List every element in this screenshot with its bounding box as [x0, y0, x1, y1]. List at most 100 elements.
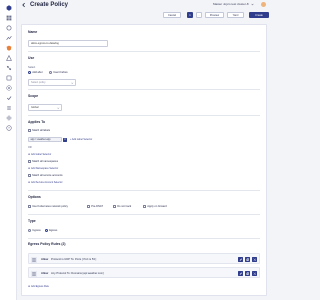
option-k8s-network-policy[interactable]: Use Kubernetes network policy [28, 205, 68, 208]
checkbox[interactable] [113, 205, 116, 208]
scope-select[interactable]: Global [28, 104, 62, 111]
checkbox-label: Do not track [117, 205, 132, 208]
policies-icon[interactable] [5, 44, 12, 51]
preview-button[interactable]: Preview [205, 12, 224, 18]
edit-icon[interactable] [237, 270, 243, 276]
drag-handle-icon[interactable] [31, 256, 37, 263]
name-section-title: Name [28, 30, 38, 34]
link-label: Add Namespace Selector [31, 167, 59, 170]
match-all-service-accounts-checkbox[interactable]: Match all service accounts [28, 174, 63, 177]
egress-rule-row[interactable]: Allow Protocol is UDP To: Ports [ Port i… [28, 253, 260, 264]
more-icon[interactable]: ··· [196, 12, 202, 18]
label-selector-chip: app = weather-app [28, 137, 62, 142]
close-icon[interactable]: ✕ [63, 137, 67, 142]
scope-value: Global [31, 105, 39, 109]
scope-section-title: Scope [28, 94, 39, 98]
add-namespace-selector-link[interactable]: ⊕ Add Namespace Selector [28, 167, 58, 170]
link-label: Add Label Selector [31, 153, 52, 156]
add-label-button[interactable]: + Add Label Selector [70, 137, 92, 142]
checkbox[interactable] [28, 205, 31, 208]
add-label-selector-link[interactable]: ⊕ Add Label Selector [28, 153, 51, 156]
type-ingress[interactable]: Ingress [28, 229, 41, 232]
select-placeholder: Select policy [31, 80, 46, 84]
radio-button[interactable] [28, 71, 31, 74]
use-section-title: Use [28, 56, 35, 60]
drag-handle-icon[interactable] [31, 270, 37, 277]
checkbox[interactable] [28, 160, 31, 163]
options-title: Options [28, 195, 41, 199]
radio-button[interactable] [49, 71, 52, 74]
yaml-button[interactable]: Yaml [227, 12, 244, 18]
plus-icon: ⊕ [28, 285, 31, 288]
chevron-down-icon [71, 82, 74, 85]
type-title: Type [28, 219, 36, 223]
graph-icon[interactable] [5, 24, 12, 31]
or-separator: OR [28, 146, 32, 149]
add-service-account-selector-link[interactable]: ⊕ Add Service Account Selector [28, 181, 63, 184]
page-title: Create Policy [30, 1, 69, 8]
chevron-down-icon [57, 107, 60, 110]
dashboard-icon[interactable] [5, 14, 12, 21]
type-egress[interactable]: Egress [45, 229, 57, 232]
checkbox[interactable] [143, 205, 146, 208]
add-egress-rule-link[interactable]: ⊕ Add Egress Rule [28, 285, 49, 288]
cancel-button[interactable]: Cancel [163, 12, 181, 18]
rule-description: Any Protocol To: Domains [api.weather.co… [51, 271, 104, 275]
link-label: Add Egress Rule [31, 285, 49, 288]
checkbox[interactable] [87, 205, 90, 208]
step-badge[interactable]: 1 [187, 12, 193, 18]
radio-button[interactable] [45, 229, 48, 232]
checkbox-label: Match all namespaces [32, 160, 58, 163]
sidebar: ? [0, 0, 17, 300]
nodes-icon[interactable] [5, 64, 12, 71]
network-icon[interactable] [5, 84, 12, 91]
endpoints-icon[interactable] [5, 74, 12, 81]
logo-icon[interactable] [5, 4, 12, 11]
help-icon[interactable]: ? [5, 124, 12, 131]
radio-button[interactable] [28, 229, 31, 232]
duplicate-icon[interactable] [244, 270, 250, 276]
select-label: Select [28, 66, 36, 69]
compliance-icon[interactable] [5, 94, 12, 101]
logs-icon[interactable] [5, 104, 12, 111]
checkbox-label: Use Kubernetes network policy [32, 205, 68, 208]
name-input[interactable]: allow-egress-to-datadog [28, 40, 108, 47]
back-arrow-icon[interactable] [21, 2, 27, 8]
timeline-icon[interactable] [5, 34, 12, 41]
match-all-namespaces-checkbox[interactable]: Match all namespaces [28, 160, 58, 163]
option-apply-on-forward[interactable]: Apply on forward [143, 205, 167, 208]
delete-icon[interactable] [251, 256, 257, 262]
checkbox-label: Match all service accounts [32, 174, 63, 177]
create-button[interactable]: Create [249, 12, 269, 18]
egress-rule-row[interactable]: Allow Any Protocol To: Domains [api.weat… [28, 267, 260, 278]
radio-label: Ingress [32, 229, 41, 232]
radio-insert-before[interactable]: Insert before [49, 71, 68, 74]
plus-icon: ⊕ [28, 181, 31, 184]
alerts-icon[interactable] [5, 54, 12, 61]
edit-icon[interactable] [237, 256, 243, 262]
checkbox-label: Pre-DNAT [91, 205, 103, 208]
workspace-selector[interactable]: Master Jojo's test cluster-8 [213, 2, 249, 6]
duplicate-icon[interactable] [244, 256, 250, 262]
top-bar: Create Policy Master Jojo's test cluster… [17, 0, 273, 10]
checkbox[interactable] [28, 129, 31, 132]
rule-action: Allow [41, 271, 49, 275]
egress-rules-title: Egress Policy Rules (2) [28, 242, 66, 246]
option-pre-dnat[interactable]: Pre-DNAT [87, 205, 103, 208]
avatar[interactable] [261, 2, 266, 7]
rule-description: Protocol is UDP To: Ports [ Port is 53 ] [51, 257, 97, 261]
action-bar: Cancel 1 ··· Preview Yaml Create [17, 10, 273, 20]
chevron-down-icon[interactable] [251, 3, 254, 6]
svg-text:?: ? [8, 126, 10, 130]
settings-icon[interactable] [5, 114, 12, 121]
checkbox-label: Match all labels [32, 129, 51, 132]
radio-add-after[interactable]: Add after [28, 71, 43, 74]
option-do-not-track[interactable]: Do not track [113, 205, 131, 208]
applies-to-title: Applies To [28, 120, 46, 124]
radio-label: Insert before [53, 71, 68, 74]
match-all-labels-checkbox[interactable]: Match all labels [28, 129, 50, 132]
delete-icon[interactable] [251, 270, 257, 276]
policy-select[interactable]: Select policy [28, 79, 76, 86]
checkbox[interactable] [28, 174, 31, 177]
plus-icon: ⊕ [28, 167, 31, 170]
